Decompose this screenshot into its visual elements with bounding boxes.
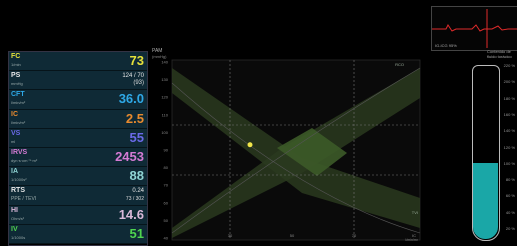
vital-value: 2453 — [115, 149, 144, 164]
y-tick-label: 40 — [164, 236, 169, 241]
vital-row-vs[interactable]: VS ml 55 — [9, 128, 147, 148]
vital-row-ic[interactable]: IC l/min/m² 2.5 — [9, 109, 147, 129]
fluid-gauge — [472, 65, 500, 241]
vital-value: 14.6 — [118, 206, 144, 222]
vital-unit: 1/1000s — [11, 234, 26, 240]
vital-label: IA — [11, 168, 18, 176]
gauge-tick-label: 40 % — [505, 209, 515, 215]
gauge-tick-label: 140 % — [503, 128, 515, 134]
vital-unit: 1/1000s² — [11, 177, 27, 183]
gauge-tick-label: 160 % — [503, 111, 515, 117]
gauge-tick-label: 20 % — [505, 226, 515, 231]
gauge-tick-label: 200 % — [503, 79, 515, 85]
vital-sub-label: PPE / TEVI — [11, 196, 37, 203]
chart-area: PAM (mmHg) 140 130 120 110 100 90 80 70 60 50 40 3… — [152, 48, 424, 244]
vital-label: PS — [11, 72, 21, 80]
y-tick-label: 100 — [161, 130, 168, 135]
vital-label: IV — [11, 225, 18, 233]
y-tick-label: 70 — [164, 183, 169, 188]
vital-value: 88 — [129, 168, 144, 184]
vital-value: 36.0 — [118, 91, 144, 107]
vital-unit: mmHg — [11, 81, 23, 87]
vital-row-iv[interactable]: IV 1/1000s 51 — [9, 224, 147, 244]
corner-label-tvi: TVI — [411, 210, 418, 215]
fluid-title-2: fluido torácico — [487, 54, 512, 59]
gauge-tick-label: 60 % — [505, 193, 515, 199]
y-tick-label: 80 — [164, 165, 169, 170]
x-unit-label: l/min/m² — [405, 238, 418, 242]
x-tick-label: 30 — [228, 233, 233, 238]
gauge-tick-label: 120 % — [503, 144, 515, 150]
gauge-fill — [473, 162, 498, 239]
gauge-tick-label: 80 % — [505, 177, 515, 183]
vital-row-ia[interactable]: IA 1/1000s² 88 — [9, 167, 147, 187]
gauge-tick-label: 220 % — [503, 63, 515, 68]
vital-label: CFT — [11, 91, 25, 99]
vital-unit: 1/min — [11, 62, 21, 67]
y-tick-label: 90 — [164, 148, 169, 153]
corner-label-rco: RCO — [395, 62, 404, 67]
vital-label: IC — [11, 110, 18, 118]
vital-value: 2.5 — [125, 110, 144, 126]
ecg-panel: IG-ICG 95% — [431, 6, 517, 51]
y-tick-label: 120 — [161, 95, 168, 100]
x-tick-label: 50 — [290, 233, 295, 238]
vital-value-secondary: (93) — [133, 80, 144, 87]
y-tick-label: 50 — [164, 218, 169, 223]
vital-unit: l/min/m² — [11, 100, 26, 106]
vital-value: 55 — [129, 129, 144, 145]
vital-row-cft[interactable]: CFT l/min/m² 36.0 — [9, 90, 147, 110]
vital-value: 0.24 — [132, 188, 144, 195]
current-point-marker — [247, 142, 253, 148]
vitals-panel: FC 1/min 73 PS mmHg 124 / 70 (93) CFT l/min/m² 36… — [8, 51, 148, 246]
vital-value: 124 / 70 — [122, 73, 144, 80]
y-tick-label: 130 — [161, 77, 168, 82]
vital-unit: Ohm/s² — [11, 215, 25, 221]
vital-unit: l/min/m² — [11, 119, 26, 125]
vital-row-irvs[interactable]: IRVS dyn·s·cm⁻⁵·m² 2453 — [9, 148, 147, 168]
y-tick-label: 60 — [164, 200, 169, 205]
ecg-label: IG-ICG 95% — [435, 43, 457, 48]
vital-label: VS — [11, 129, 21, 137]
vital-unit: ml — [11, 138, 16, 144]
vital-value: 73 — [129, 53, 144, 68]
vital-row-hi[interactable]: HI Ohm/s² 14.6 — [9, 205, 147, 225]
gauge-ticks: 220 % 200 % 180 % 160 % 140 % 120 % 100 % 80 % 6… — [496, 63, 517, 238]
y-tick-label: 140 — [161, 60, 168, 65]
y-tick-label: 110 — [162, 112, 169, 117]
vital-label: IRVS — [11, 149, 28, 156]
vital-label: FC — [11, 53, 21, 60]
x-tick-label: 70 — [352, 233, 357, 238]
vital-unit: dyn·s·cm⁻⁵·m² — [11, 158, 38, 163]
gauge-tick-label: 100 % — [503, 160, 515, 166]
vital-label: RTS — [11, 187, 25, 195]
vital-row-ps[interactable]: PS mmHg 124 / 70 (93) — [9, 71, 147, 91]
vital-label: HI — [11, 206, 18, 214]
vital-value: 51 — [129, 225, 144, 241]
vital-sub-value: 73 / 302 — [125, 196, 144, 203]
vital-row-fc[interactable]: FC 1/min 73 — [9, 52, 147, 72]
chart-svg: 140130120110100908070605040 30 50 70 IC — [161, 60, 421, 241]
gauge-tick-label: 180 % — [503, 95, 515, 101]
vital-row-rts[interactable]: RTS 0.24 PPE / TEVI 73 / 302 — [9, 186, 147, 206]
